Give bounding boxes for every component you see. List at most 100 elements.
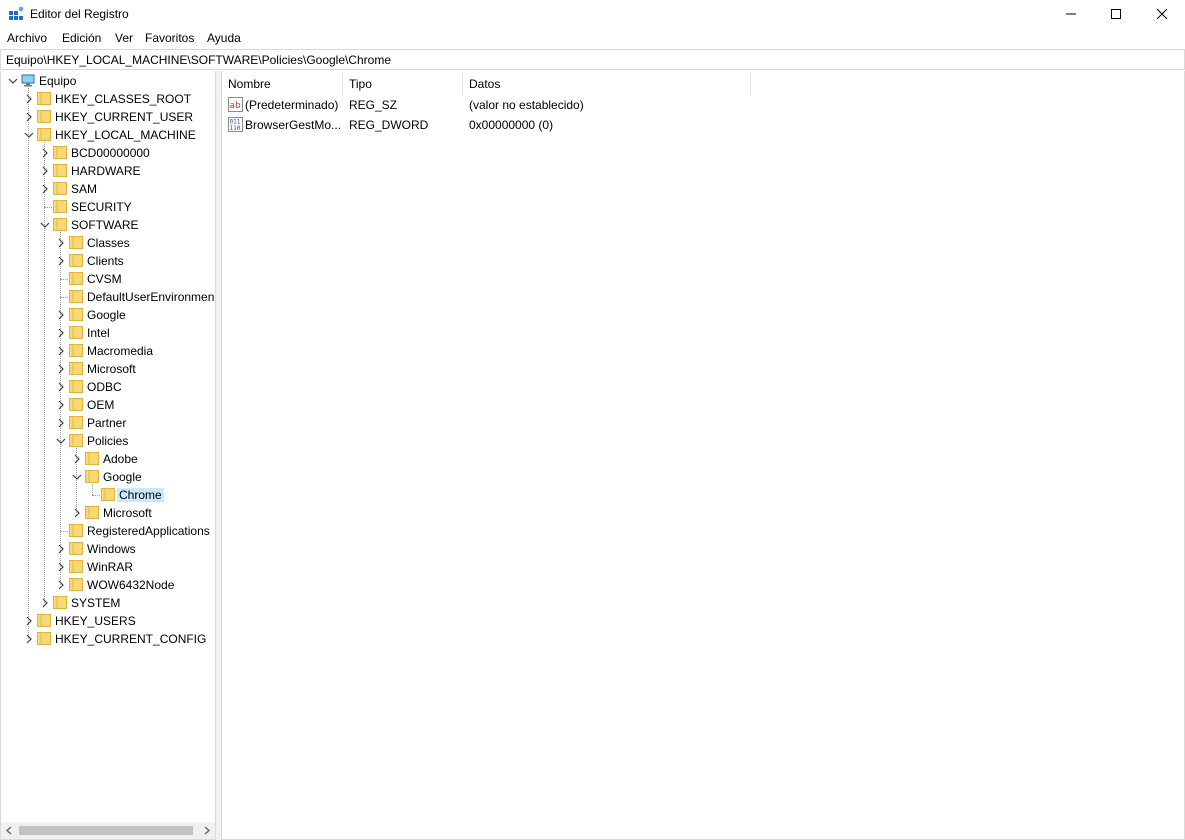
chevron-right-icon[interactable] (40, 165, 50, 177)
tree-item[interactable]: HKEY_CLASSES_ROOT (1, 90, 215, 108)
tree-item-label[interactable]: Google (85, 308, 128, 322)
menu-ayuda[interactable]: Ayuda (207, 31, 241, 45)
tree-item[interactable]: HKEY_USERS (1, 612, 215, 630)
tree-item-label[interactable]: HARDWARE (69, 164, 143, 178)
chevron-right-icon[interactable] (56, 399, 66, 411)
menu-edicion[interactable]: Edición (62, 31, 101, 45)
tree-item[interactable]: SAM (1, 180, 215, 198)
chevron-down-icon[interactable] (56, 435, 66, 447)
chevron-right-icon[interactable] (24, 615, 34, 627)
tree-item-label[interactable]: HKEY_LOCAL_MACHINE (53, 128, 198, 142)
tree-item[interactable]: RegisteredApplications (1, 522, 215, 540)
tree-item-label[interactable]: Adobe (101, 452, 140, 466)
tree-item[interactable]: Google (1, 468, 215, 486)
chevron-right-icon[interactable] (72, 507, 82, 519)
menu-favoritos[interactable]: Favoritos (145, 31, 194, 45)
maximize-button[interactable] (1093, 0, 1139, 28)
tree-item-label[interactable]: RegisteredApplications (85, 524, 212, 538)
tree-item[interactable]: HKEY_CURRENT_USER (1, 108, 215, 126)
tree-item[interactable]: Windows (1, 540, 215, 558)
tree-item[interactable]: Policies (1, 432, 215, 450)
chevron-right-icon[interactable] (56, 363, 66, 375)
tree-pane[interactable]: Equipo HKEY_CLASSES_ROOT HKEY_CURRENT_USER… (0, 71, 216, 840)
chevron-right-icon[interactable] (56, 309, 66, 321)
tree-item-label[interactable]: Clients (85, 254, 126, 268)
chevron-right-icon[interactable] (24, 93, 34, 105)
tree-item-label[interactable]: OEM (85, 398, 116, 412)
tree-item-label[interactable]: DefaultUserEnvironmen (85, 290, 215, 304)
tree-item-label[interactable]: HKEY_CURRENT_USER (53, 110, 195, 124)
chevron-right-icon[interactable] (56, 579, 66, 591)
tree-item-label[interactable]: HKEY_CLASSES_ROOT (53, 92, 193, 106)
menu-ver[interactable]: Ver (115, 31, 133, 45)
tree-item[interactable]: SOFTWARE (1, 216, 215, 234)
tree-item[interactable]: Partner (1, 414, 215, 432)
tree-item[interactable]: SECURITY (1, 198, 215, 216)
chevron-right-icon[interactable] (56, 327, 66, 339)
tree-item[interactable]: BCD00000000 (1, 144, 215, 162)
tree-item[interactable]: WOW6432Node (1, 576, 215, 594)
scrollbar-thumb[interactable] (19, 826, 193, 835)
tree-item[interactable]: Clients (1, 252, 215, 270)
tree-item[interactable]: Chrome (1, 486, 215, 504)
tree-item[interactable]: CVSM (1, 270, 215, 288)
tree-item-label[interactable]: Chrome (117, 488, 164, 502)
scroll-left-icon[interactable] (5, 826, 13, 835)
tree-item[interactable]: Google (1, 306, 215, 324)
chevron-right-icon[interactable] (56, 543, 66, 555)
chevron-right-icon[interactable] (24, 633, 34, 645)
chevron-right-icon[interactable] (24, 111, 34, 123)
tree-item-label[interactable]: Microsoft (101, 506, 154, 520)
tree-item[interactable]: HKEY_LOCAL_MACHINE (1, 126, 215, 144)
tree-item[interactable]: Intel (1, 324, 215, 342)
scroll-right-icon[interactable] (203, 826, 211, 835)
tree-horizontal-scrollbar[interactable] (1, 822, 215, 839)
tree-item[interactable]: OEM (1, 396, 215, 414)
tree-item[interactable]: ODBC (1, 378, 215, 396)
tree-item-label[interactable]: CVSM (85, 272, 124, 286)
tree-item-label[interactable]: Partner (85, 416, 128, 430)
chevron-down-icon[interactable] (8, 75, 18, 87)
tree-item[interactable]: Equipo (1, 72, 215, 90)
tree-item-label[interactable]: HKEY_USERS (53, 614, 138, 628)
chevron-right-icon[interactable] (56, 561, 66, 573)
tree-item-label[interactable]: Google (101, 470, 144, 484)
menu-archivo[interactable]: Archivo (7, 31, 47, 45)
minimize-button[interactable] (1048, 0, 1094, 28)
tree-item[interactable]: HARDWARE (1, 162, 215, 180)
chevron-down-icon[interactable] (72, 471, 82, 483)
chevron-right-icon[interactable] (56, 237, 66, 249)
chevron-down-icon[interactable] (40, 219, 50, 231)
close-button[interactable] (1139, 0, 1185, 28)
tree-item-label[interactable]: ODBC (85, 380, 124, 394)
tree-item-label[interactable]: Policies (85, 434, 130, 448)
tree-item-label[interactable]: BCD00000000 (69, 146, 152, 160)
tree-item[interactable]: SYSTEM (1, 594, 215, 612)
tree-item-label[interactable]: Windows (85, 542, 138, 556)
list-item[interactable]: ab (Predeterminado) REG_SZ (valor no est… (222, 95, 922, 115)
chevron-right-icon[interactable] (56, 417, 66, 429)
tree-item[interactable]: DefaultUserEnvironmen (1, 288, 215, 306)
column-header-nombre[interactable]: Nombre (222, 71, 343, 95)
tree-item-label[interactable]: SOFTWARE (69, 218, 141, 232)
chevron-right-icon[interactable] (40, 147, 50, 159)
tree-item-label[interactable]: Macromedia (85, 344, 155, 358)
tree-item-label[interactable]: Classes (85, 236, 132, 250)
chevron-right-icon[interactable] (56, 255, 66, 267)
tree-item-label[interactable]: SYSTEM (69, 596, 122, 610)
tree-item-label[interactable]: WOW6432Node (85, 578, 176, 592)
tree-item[interactable]: HKEY_CURRENT_CONFIG (1, 630, 215, 648)
chevron-right-icon[interactable] (56, 345, 66, 357)
chevron-right-icon[interactable] (40, 183, 50, 195)
tree-item-label[interactable]: Equipo (37, 74, 78, 88)
tree-item[interactable]: Adobe (1, 450, 215, 468)
tree-item[interactable]: Microsoft (1, 504, 215, 522)
tree-item-label[interactable]: HKEY_CURRENT_CONFIG (53, 632, 208, 646)
tree-item[interactable]: Microsoft (1, 360, 215, 378)
chevron-right-icon[interactable] (72, 453, 82, 465)
values-list-pane[interactable]: Nombre Tipo Datos ab (Predeterminado) RE… (221, 71, 1185, 840)
tree-item[interactable]: Classes (1, 234, 215, 252)
tree-item-label[interactable]: WinRAR (85, 560, 135, 574)
address-path[interactable]: Equipo\HKEY_LOCAL_MACHINE\SOFTWARE\Polic… (6, 53, 391, 67)
list-item[interactable]: 011 110 BrowserGestMo... REG_DWORD 0x000… (222, 115, 922, 135)
